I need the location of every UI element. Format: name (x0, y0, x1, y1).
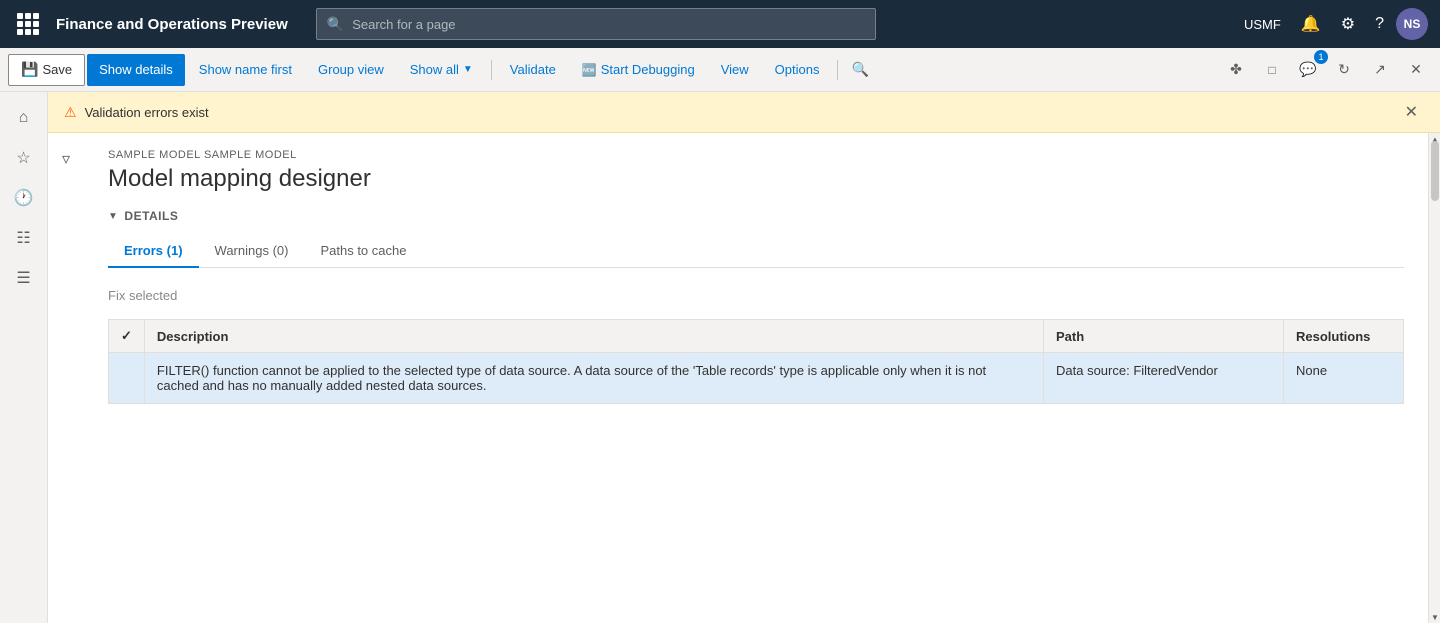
tab-warnings[interactable]: Warnings (0) (199, 235, 305, 268)
search-toolbar-icon: 🔍 (852, 61, 869, 78)
app-title: Finance and Operations Preview (56, 16, 288, 33)
settings-button[interactable]: ⚙ (1333, 10, 1363, 38)
home-icon: ⌂ (19, 109, 29, 127)
personalize-icon: ✤ (1230, 61, 1242, 78)
clock-icon: 🕐 (14, 188, 34, 208)
refresh-button[interactable]: ↻ (1328, 54, 1360, 86)
details-section-header[interactable]: ▼ DETAILS (108, 209, 1404, 223)
toolbar-separator-1 (491, 60, 492, 80)
error-table: ✓ Description Path Resolutions (108, 319, 1404, 404)
content-area: ⚠ Validation errors exist ✕ ▿ SAMPLE MOD… (48, 92, 1440, 623)
list-icon: ☰ (16, 268, 30, 288)
table-col-description: Description (144, 320, 1043, 353)
tab-errors[interactable]: Errors (1) (108, 235, 199, 268)
validation-banner: ⚠ Validation errors exist ✕ (48, 92, 1440, 133)
close-button[interactable]: ✕ (1400, 54, 1432, 86)
section-collapse-icon: ▼ (108, 211, 118, 222)
scrollbar-arrow-down[interactable]: ▼ (1429, 611, 1440, 623)
sidebar-item-favorites[interactable]: ☆ (6, 140, 42, 176)
show-all-dropdown-icon: ▼ (463, 64, 473, 75)
vertical-scrollbar[interactable]: ▲ ▼ (1428, 133, 1440, 623)
table-row[interactable]: FILTER() function cannot be applied to t… (109, 353, 1404, 404)
user-avatar[interactable]: NS (1396, 8, 1428, 40)
table-col-check: ✓ (109, 320, 145, 353)
notification-badge-area: 💬 1 (1292, 54, 1324, 86)
breadcrumb: SAMPLE MODEL SAMPLE MODEL (108, 149, 1404, 161)
open-in-new-button[interactable]: □ (1256, 54, 1288, 86)
bell-icon: 🔔 (1301, 14, 1321, 34)
table-col-resolutions: Resolutions (1284, 320, 1404, 353)
grid-icon (17, 13, 39, 35)
show-details-button[interactable]: Show details (87, 54, 185, 86)
popout-button[interactable]: ↗ (1364, 54, 1396, 86)
save-icon: 💾 (21, 61, 38, 78)
table-col-path: Path (1044, 320, 1284, 353)
message-count-badge: 1 (1314, 50, 1328, 64)
popout-icon: ↗ (1374, 61, 1386, 78)
toolbar-separator-2 (837, 60, 838, 80)
top-navbar: Finance and Operations Preview 🔍 USMF 🔔 … (0, 0, 1440, 48)
message-icon: 💬 (1299, 61, 1316, 78)
search-icon: 🔍 (327, 16, 344, 33)
show-name-first-button[interactable]: Show name first (187, 54, 304, 86)
debug-icon: 🆕 (582, 63, 597, 77)
save-button[interactable]: 💾 Save (8, 54, 85, 86)
tab-paths-to-cache[interactable]: Paths to cache (304, 235, 422, 268)
table-header: ✓ Description Path Resolutions (109, 320, 1404, 353)
refresh-icon: ↻ (1338, 61, 1350, 78)
warning-triangle-icon: ⚠ (64, 104, 77, 121)
table-body: FILTER() function cannot be applied to t… (109, 353, 1404, 404)
search-toolbar-button[interactable]: 🔍 (844, 54, 876, 86)
main-toolbar: 💾 Save Show details Show name first Grou… (0, 48, 1440, 92)
group-view-button[interactable]: Group view (306, 54, 396, 86)
sidebar-item-list[interactable]: ☰ (6, 260, 42, 296)
gear-icon: ⚙ (1341, 14, 1355, 34)
help-button[interactable]: ? (1367, 11, 1392, 37)
filter-icon[interactable]: ▿ (62, 149, 70, 169)
scrollbar-thumb[interactable] (1431, 141, 1439, 201)
close-icon: ✕ (1410, 61, 1422, 78)
personalize-button[interactable]: ✤ (1220, 54, 1252, 86)
page-content: SAMPLE MODEL SAMPLE MODEL Model mapping … (84, 133, 1428, 623)
search-input[interactable] (352, 17, 865, 32)
nav-right: USMF 🔔 ⚙ ? NS (1236, 8, 1428, 40)
show-all-button[interactable]: Show all ▼ (398, 54, 485, 86)
notification-button[interactable]: 🔔 (1293, 10, 1329, 38)
sidebar-item-workspaces[interactable]: ☷ (6, 220, 42, 256)
company-selector[interactable]: USMF (1236, 13, 1289, 36)
options-button[interactable]: Options (763, 54, 832, 86)
section-label: DETAILS (124, 209, 178, 223)
table-cell-check (109, 353, 145, 404)
expand-icon: □ (1268, 63, 1275, 77)
main-layout: ⌂ ☆ 🕐 ☷ ☰ ⚠ Validation errors exist ✕ ▿ (0, 92, 1440, 623)
page-title: Model mapping designer (108, 165, 1404, 193)
view-button[interactable]: View (709, 54, 761, 86)
fix-selected-button[interactable]: Fix selected (108, 284, 177, 307)
details-tabs: Errors (1) Warnings (0) Paths to cache (108, 235, 1404, 268)
left-sidebar: ⌂ ☆ 🕐 ☷ ☰ (0, 92, 48, 623)
table-cell-resolutions: None (1284, 353, 1404, 404)
start-debugging-button[interactable]: 🆕 Start Debugging (570, 54, 707, 86)
star-icon: ☆ (16, 148, 30, 168)
sidebar-item-recent[interactable]: 🕐 (6, 180, 42, 216)
help-icon: ? (1375, 15, 1384, 33)
search-bar[interactable]: 🔍 (316, 8, 876, 40)
grid-workspace-icon: ☷ (16, 228, 30, 248)
sidebar-item-home[interactable]: ⌂ (6, 100, 42, 136)
table-cell-path: Data source: FilteredVendor (1044, 353, 1284, 404)
app-grid-button[interactable] (12, 8, 44, 40)
validation-message: Validation errors exist (85, 105, 209, 120)
table-cell-description: FILTER() function cannot be applied to t… (144, 353, 1043, 404)
banner-close-button[interactable]: ✕ (1399, 100, 1424, 124)
validate-button[interactable]: Validate (498, 54, 568, 86)
